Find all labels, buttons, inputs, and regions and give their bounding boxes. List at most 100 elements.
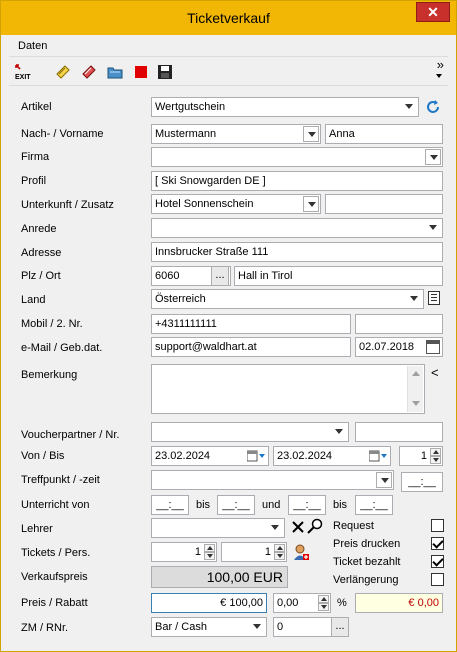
exit-icon[interactable]: EXIT [15,64,31,81]
stepper-icon[interactable] [318,595,329,611]
plz-lookup-button[interactable]: ... [211,266,229,286]
label-ticket-bezahlt: Ticket bezahlt [333,556,401,568]
search-lehrer-icon[interactable] [307,518,323,534]
label-zm: ZM / RNr. [21,622,69,634]
bemerkung-scrollbar[interactable] [407,366,423,412]
calendar-dropdown-icon[interactable] [368,450,387,462]
artikel-value: Wertgutschein [155,101,226,113]
label-preis-drucken: Preis drucken [333,538,401,550]
unterkunft-value: Hotel Sonnenschein [155,198,254,210]
tage-stepper[interactable]: 1 [399,446,443,466]
chevron-down-icon[interactable] [425,149,441,165]
gebdat-input[interactable]: 02.07.2018 [355,337,443,357]
unterricht-bis2-input[interactable]: __:__ [355,495,393,515]
anrede-select[interactable] [151,218,443,238]
clear-lehrer-icon[interactable] [291,520,305,534]
profil-value: [ Ski Snowgarden DE ] [155,175,266,187]
zusatz-input[interactable] [325,194,443,214]
chevron-down-icon[interactable] [267,520,283,536]
vouchernr-input[interactable] [355,422,443,442]
bis-value: 23.02.2024 [277,450,333,462]
nachname-combobox[interactable]: Mustermann [151,124,321,144]
chevron-down-icon[interactable] [331,424,347,440]
stop-icon[interactable] [133,64,149,80]
unterkunft-combobox[interactable]: Hotel Sonnenschein [151,194,321,214]
chevron-down-icon[interactable] [376,472,392,488]
list-icon[interactable] [428,291,440,305]
note-red-icon[interactable] [81,64,97,80]
mobil-input[interactable]: +4311111111 [151,314,351,334]
person-add-icon[interactable] [292,543,310,561]
toolbar-overflow-icon[interactable]: » [437,58,444,72]
calendar-dropdown-icon[interactable] [246,450,265,462]
close-button[interactable]: ✕ [416,2,450,22]
save-icon[interactable] [157,64,173,80]
zm-value: Bar / Cash [155,621,207,633]
voucherpartner-combobox[interactable] [151,422,349,442]
label-email: e-Mail / Geb.dat. [21,342,103,354]
menu-daten[interactable]: Daten [18,40,47,52]
ticket-form: Artikel Wertgutschein Nach- / Vorname Mu… [9,87,448,647]
treffzeit-input[interactable]: __:__ [401,472,443,492]
stepper-icon[interactable] [204,544,215,560]
profil-input[interactable]: [ Ski Snowgarden DE ] [151,171,443,191]
collapse-icon[interactable]: < [431,365,439,380]
label-unterkunft: Unterkunft / Zusatz [21,199,114,211]
treffpunkt-combobox[interactable] [151,470,394,490]
label-percent: % [337,597,347,609]
adresse-input[interactable]: Innsbrucker Straße 111 [151,242,443,262]
preis-value: € 100,00 [220,597,263,609]
chevron-down-icon [249,619,265,635]
chevron-down-icon[interactable] [303,196,319,212]
request-checkbox[interactable] [431,519,444,532]
refresh-icon[interactable] [425,99,441,115]
label-preis: Preis / Rabatt [21,597,88,609]
rnr-lookup-button[interactable]: ... [331,617,349,637]
stepper-icon[interactable] [430,448,441,464]
bis-date-input[interactable]: 23.02.2024 [273,446,391,466]
label-name: Nach- / Vorname [21,128,104,140]
unterricht-von2-input[interactable]: __:__ [288,495,326,515]
ticket-bezahlt-checkbox[interactable] [431,555,444,568]
toolbar-menu-arrow-icon[interactable] [436,74,442,78]
scroll-down-icon[interactable] [408,396,424,412]
land-select[interactable]: Österreich [151,289,424,309]
artikel-select[interactable]: Wertgutschein [151,97,419,117]
calendar-icon[interactable] [426,340,440,354]
scroll-up-icon[interactable] [408,366,424,382]
folder-icon[interactable] [107,64,123,80]
verlaengerung-checkbox[interactable] [431,573,444,586]
bemerkung-textarea[interactable] [151,364,425,414]
label-bemerkung: Bemerkung [21,369,78,381]
label-adresse: Adresse [21,247,62,259]
von-date-input[interactable]: 23.02.2024 [151,446,269,466]
email-input[interactable]: support@waldhart.at [151,337,351,357]
rabatt-stepper[interactable]: 0,00 [273,593,331,613]
nachname-value: Mustermann [155,128,217,140]
preis-input[interactable]: € 100,00 [151,593,267,613]
chevron-down-icon [425,220,441,236]
mobil2-input[interactable] [355,314,443,334]
zm-select[interactable]: Bar / Cash [151,617,267,637]
ort-input[interactable]: Hall in Tirol [234,266,443,286]
stepper-icon[interactable] [274,544,285,560]
preis-drucken-checkbox[interactable] [431,537,444,550]
label-und: und [262,499,281,511]
personen-stepper[interactable]: 1 [221,542,287,562]
von-value: 23.02.2024 [155,450,211,462]
chevron-down-icon [406,291,422,307]
tickets-stepper[interactable]: 1 [151,542,217,562]
unterricht-bis1-input[interactable]: __:__ [217,495,255,515]
vorname-input[interactable]: Anna [325,124,443,144]
firma-combobox[interactable] [151,147,443,167]
rabatt-value: 0,00 [277,597,299,609]
label-treffpunkt: Treffpunkt / -zeit [21,474,100,486]
lehrer-combobox[interactable] [151,518,285,538]
tickets-value: 1 [194,546,201,558]
title-bar[interactable]: Ticketverkauf ✕ [1,1,456,35]
menu-bar: Daten [9,35,448,57]
note-icon[interactable] [55,64,71,80]
exit-label: EXIT [15,74,31,81]
chevron-down-icon[interactable] [303,126,319,142]
unterricht-von1-input[interactable]: __:__ [151,495,189,515]
